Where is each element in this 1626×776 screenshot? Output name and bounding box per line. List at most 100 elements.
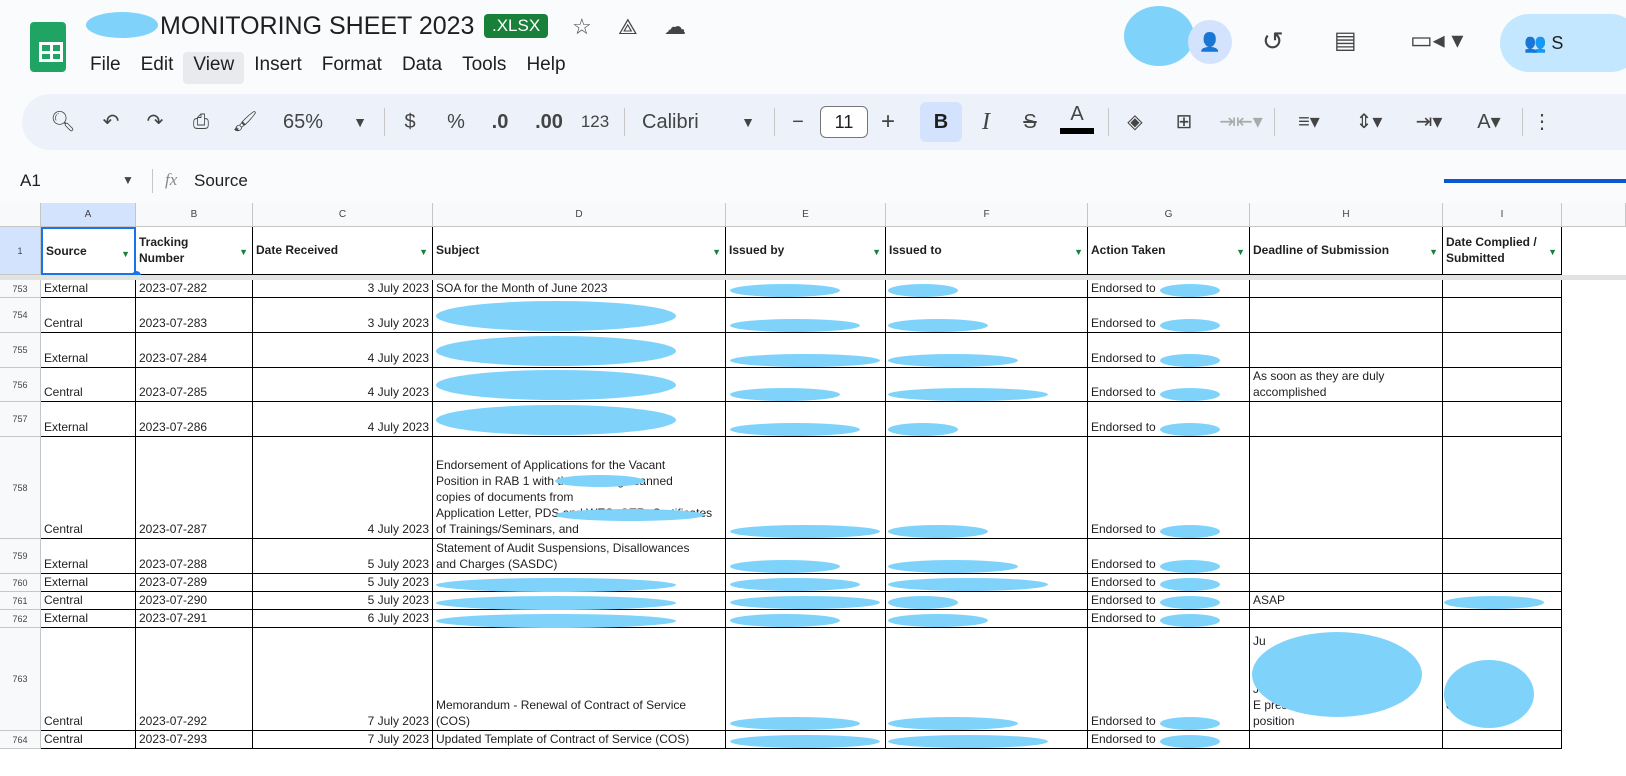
chevron-down-icon[interactable]: ▼ — [738, 94, 758, 150]
table-cell[interactable]: 4 July 2023 — [253, 333, 433, 368]
menu-format[interactable]: Format — [312, 52, 392, 84]
share-button[interactable]: 👥 S — [1500, 14, 1626, 72]
table-cell[interactable] — [1443, 333, 1562, 368]
table-cell[interactable]: 4 July 2023 — [253, 368, 433, 402]
column-header-f[interactable]: F — [886, 203, 1088, 227]
column-header-b[interactable]: B — [136, 203, 253, 227]
increase-decimal-button[interactable]: .00 — [532, 94, 566, 150]
document-title[interactable]: MONITORING SHEET 2023 — [160, 12, 474, 41]
table-cell[interactable]: 4 July 2023 — [253, 437, 433, 539]
table-cell[interactable]: As soon as they are duly accomplished — [1250, 368, 1443, 402]
more-options-icon[interactable]: ⋮ — [1532, 94, 1552, 150]
table-cell[interactable]: 3 July 2023 — [253, 280, 433, 298]
table-cell[interactable]: 2023-07-289 — [136, 574, 253, 592]
text-color-button[interactable]: A — [1060, 94, 1094, 134]
table-cell[interactable]: External — [41, 574, 136, 592]
menu-data[interactable]: Data — [392, 52, 452, 84]
table-cell[interactable] — [1250, 402, 1443, 437]
filter-icon[interactable]: ▼ — [712, 244, 721, 260]
header-cell-h[interactable]: Deadline of Submission ▼ — [1250, 227, 1443, 275]
filter-icon[interactable]: ▼ — [419, 244, 428, 260]
table-cell[interactable] — [726, 628, 886, 731]
table-cell[interactable]: Endorsement of Applications for the Vaca… — [433, 437, 726, 539]
table-cell[interactable]: 2023-07-283 — [136, 298, 253, 333]
menu-help[interactable]: Help — [516, 52, 575, 84]
spreadsheet-grid[interactable]: A B C D E F G H I 1 Source ▼ Tracking Number ▼ Date Re… — [0, 203, 1626, 776]
bold-button[interactable]: B — [920, 102, 962, 142]
header-cell-b[interactable]: Tracking Number ▼ — [136, 227, 253, 275]
menu-insert[interactable]: Insert — [244, 52, 312, 84]
print-icon[interactable]: ⎙ — [186, 94, 216, 150]
vertical-align-icon[interactable]: ⇕▾ — [1346, 94, 1392, 150]
row-header[interactable]: 760 — [0, 574, 41, 592]
menu-file[interactable]: File — [80, 52, 131, 84]
increase-font-size-button[interactable]: + — [876, 94, 900, 150]
row-header[interactable]: 757 — [0, 402, 41, 437]
chevron-down-icon[interactable]: ▼ — [350, 94, 370, 150]
menu-tools[interactable]: Tools — [452, 52, 516, 84]
table-cell[interactable]: 6 July 2023 — [253, 610, 433, 628]
table-cell[interactable] — [1250, 610, 1443, 628]
header-cell-a[interactable]: Source ▼ — [41, 227, 136, 275]
merge-cells-icon[interactable]: ⇥⇤▾ — [1216, 94, 1266, 150]
undo-icon[interactable]: ↶ — [98, 94, 124, 150]
strikethrough-button[interactable]: S — [1018, 94, 1042, 150]
table-cell[interactable] — [1443, 298, 1562, 333]
table-cell[interactable]: 2023-07-287 — [136, 437, 253, 539]
menu-edit[interactable]: Edit — [131, 52, 184, 84]
table-cell[interactable] — [1443, 574, 1562, 592]
fill-color-icon[interactable]: ◈ — [1120, 94, 1150, 150]
table-cell[interactable] — [1443, 368, 1562, 402]
column-header-i[interactable]: I — [1443, 203, 1562, 227]
table-cell[interactable] — [1250, 280, 1443, 298]
redo-icon[interactable]: ↷ — [142, 94, 168, 150]
table-cell[interactable]: Central — [41, 731, 136, 749]
table-cell[interactable]: External — [41, 610, 136, 628]
column-header-d[interactable]: D — [433, 203, 726, 227]
borders-icon[interactable]: ⊞ — [1170, 94, 1198, 150]
table-cell[interactable]: External — [41, 333, 136, 368]
formula-input[interactable]: Source — [194, 171, 248, 191]
paint-format-icon[interactable]: 🖌︎ — [230, 94, 260, 150]
table-cell[interactable]: Central — [41, 368, 136, 402]
table-cell[interactable] — [1250, 333, 1443, 368]
horizontal-align-icon[interactable]: ≡▾ — [1286, 94, 1332, 150]
table-cell[interactable] — [1250, 731, 1443, 749]
present-chat-icon[interactable]: 👤 — [1188, 20, 1232, 64]
name-box[interactable]: A1 — [20, 171, 41, 191]
font-select[interactable]: Calibri — [642, 94, 732, 150]
font-size-input[interactable]: 11 — [820, 106, 868, 138]
menu-view[interactable]: View — [183, 52, 245, 84]
row-header[interactable]: 764 — [0, 731, 41, 749]
table-cell[interactable]: External — [41, 539, 136, 574]
column-header-c[interactable]: C — [253, 203, 433, 227]
table-cell[interactable] — [886, 437, 1088, 539]
table-cell[interactable] — [886, 628, 1088, 731]
text-wrapping-icon[interactable]: ⇥▾ — [1406, 94, 1452, 150]
text-rotation-icon[interactable]: A▾ — [1466, 94, 1512, 150]
table-cell[interactable]: 4 July 2023 — [253, 402, 433, 437]
table-cell[interactable]: ASAP — [1250, 592, 1443, 610]
column-header-a[interactable]: A — [41, 203, 136, 227]
italic-button[interactable]: I — [974, 94, 998, 150]
table-cell[interactable]: 5 July 2023 — [253, 539, 433, 574]
search-icon[interactable]: 🔍︎ — [48, 94, 78, 150]
decrease-font-size-button[interactable]: − — [786, 94, 810, 150]
row-header[interactable]: 756 — [0, 368, 41, 402]
decrease-decimal-button[interactable]: .0 — [486, 94, 514, 150]
select-all-corner[interactable] — [0, 203, 41, 227]
table-cell[interactable]: 5 July 2023 — [253, 592, 433, 610]
filter-icon[interactable]: ▼ — [1429, 244, 1438, 260]
table-cell[interactable]: 7 July 2023 — [253, 628, 433, 731]
table-cell[interactable] — [1250, 539, 1443, 574]
table-cell[interactable]: Central — [41, 437, 136, 539]
currency-button[interactable]: $ — [400, 94, 420, 150]
table-cell[interactable]: Endorsed to — [1088, 437, 1250, 539]
table-cell[interactable] — [1443, 731, 1562, 749]
table-cell[interactable]: Updated Template of Contract of Service … — [433, 731, 726, 749]
table-cell[interactable]: 2023-07-286 — [136, 402, 253, 437]
chevron-down-icon[interactable]: ▼ — [122, 173, 134, 187]
table-cell[interactable]: External — [41, 280, 136, 298]
header-cell-g[interactable]: Action Taken ▼ — [1088, 227, 1250, 275]
table-cell[interactable] — [1443, 610, 1562, 628]
